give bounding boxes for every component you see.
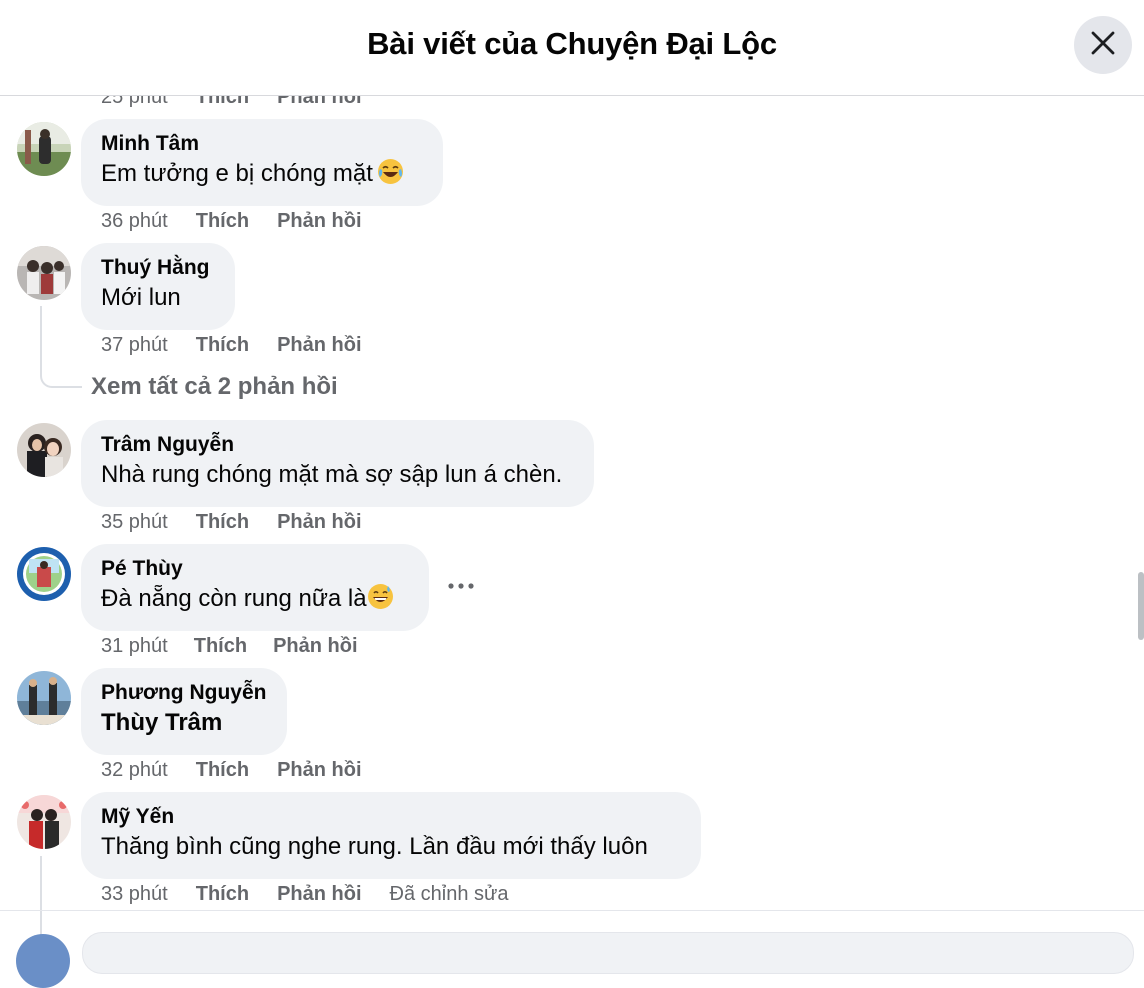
more-options-icon[interactable]: [446, 574, 476, 598]
comment-author[interactable]: Pé Thùy: [101, 555, 409, 583]
comments-feed: 25 phút Thích Phản hồi Minh Tâm Em tưởng…: [0, 0, 1144, 988]
comment-bubble: Mỹ Yến Thăng bình cũng nghe rung. Lần đầ…: [81, 792, 701, 879]
comment-author[interactable]: Trâm Nguyễn: [101, 431, 574, 459]
avatar[interactable]: [17, 547, 71, 601]
comment-time[interactable]: 31 phút: [101, 635, 168, 658]
reply-button[interactable]: Phản hồi: [277, 210, 361, 233]
comment-meta: 31 phút Thích Phản hồi: [101, 635, 358, 658]
comment-meta: 35 phút Thích Phản hồi: [101, 511, 362, 534]
comment-bubble: Trâm Nguyễn Nhà rung chóng mặt mà sợ sập…: [81, 420, 594, 507]
avatar[interactable]: [17, 246, 71, 300]
reply-thread-line: [40, 856, 42, 943]
dialog-header: Bài viết của Chuyện Đại Lộc: [0, 0, 1144, 96]
comment-bubble: Minh Tâm Em tưởng e bị chóng mặt: [81, 119, 443, 206]
comment-text: Nhà rung chóng mặt mà sợ sập lun á chèn.: [101, 461, 563, 488]
comment-text: Em tưởng e bị chóng mặt: [101, 158, 423, 190]
comment-time[interactable]: 35 phút: [101, 511, 168, 534]
close-icon: [1090, 30, 1116, 61]
divider: [0, 910, 1144, 911]
comment-bubble: Pé Thùy Đà nẵng còn rung nữa là: [81, 544, 429, 631]
avatar[interactable]: [17, 423, 71, 477]
comment-meta: 37 phút Thích Phản hồi: [101, 334, 362, 357]
comment-author[interactable]: Mỹ Yến: [101, 803, 681, 831]
like-button[interactable]: Thích: [194, 635, 247, 658]
close-button[interactable]: [1074, 16, 1132, 74]
reply-button[interactable]: Phản hồi: [277, 759, 361, 782]
comment-author[interactable]: Minh Tâm: [101, 130, 423, 158]
reply-button[interactable]: Phản hồi: [277, 883, 361, 906]
comment-time[interactable]: 37 phút: [101, 334, 168, 357]
comment-time[interactable]: 33 phút: [101, 883, 168, 906]
comment-meta: 33 phút Thích Phản hồi Đã chỉnh sửa: [101, 883, 509, 906]
like-button[interactable]: Thích: [196, 883, 249, 906]
comment-author[interactable]: Thuý Hằng: [101, 254, 215, 282]
edited-label: Đã chỉnh sửa: [389, 883, 509, 905]
avatar[interactable]: [17, 795, 71, 849]
reply-thread-line: [40, 306, 82, 388]
comment-text: Thăng bình cũng nghe rung. Lần đầu mới t…: [101, 833, 648, 860]
like-button[interactable]: Thích: [196, 511, 249, 534]
comment-time[interactable]: 32 phút: [101, 759, 168, 782]
reply-button[interactable]: Phản hồi: [273, 635, 357, 658]
comment-input[interactable]: [82, 932, 1134, 974]
grinning-sweat-emoji: [367, 583, 394, 610]
avatar[interactable]: [17, 122, 71, 176]
like-button[interactable]: Thích: [196, 210, 249, 233]
comment-text: Mới lun: [101, 284, 181, 311]
avatar[interactable]: [17, 671, 71, 725]
comment-text: Đà nẵng còn rung nữa là: [101, 583, 409, 615]
comment-bubble: Thuý Hằng Mới lun: [81, 243, 235, 330]
dialog-title: Bài viết của Chuyện Đại Lộc: [367, 26, 777, 61]
composer-avatar: [16, 934, 70, 988]
like-button[interactable]: Thích: [196, 334, 249, 357]
tears-of-joy-emoji: [377, 158, 404, 185]
comment-meta: 32 phút Thích Phản hồi: [101, 759, 362, 782]
scrollbar[interactable]: [1138, 572, 1144, 640]
comment-author[interactable]: Phương Nguyễn: [101, 679, 267, 707]
reply-button[interactable]: Phản hồi: [277, 511, 361, 534]
comment-meta: 36 phút Thích Phản hồi: [101, 210, 362, 233]
mentioned-user-link[interactable]: Thùy Trâm: [101, 707, 267, 739]
reply-button[interactable]: Phản hồi: [277, 334, 361, 357]
comment-time[interactable]: 36 phút: [101, 210, 168, 233]
view-replies-link[interactable]: Xem tất cả 2 phản hồi: [91, 373, 338, 401]
like-button[interactable]: Thích: [196, 759, 249, 782]
comment-bubble: Phương Nguyễn Thùy Trâm: [81, 668, 287, 755]
